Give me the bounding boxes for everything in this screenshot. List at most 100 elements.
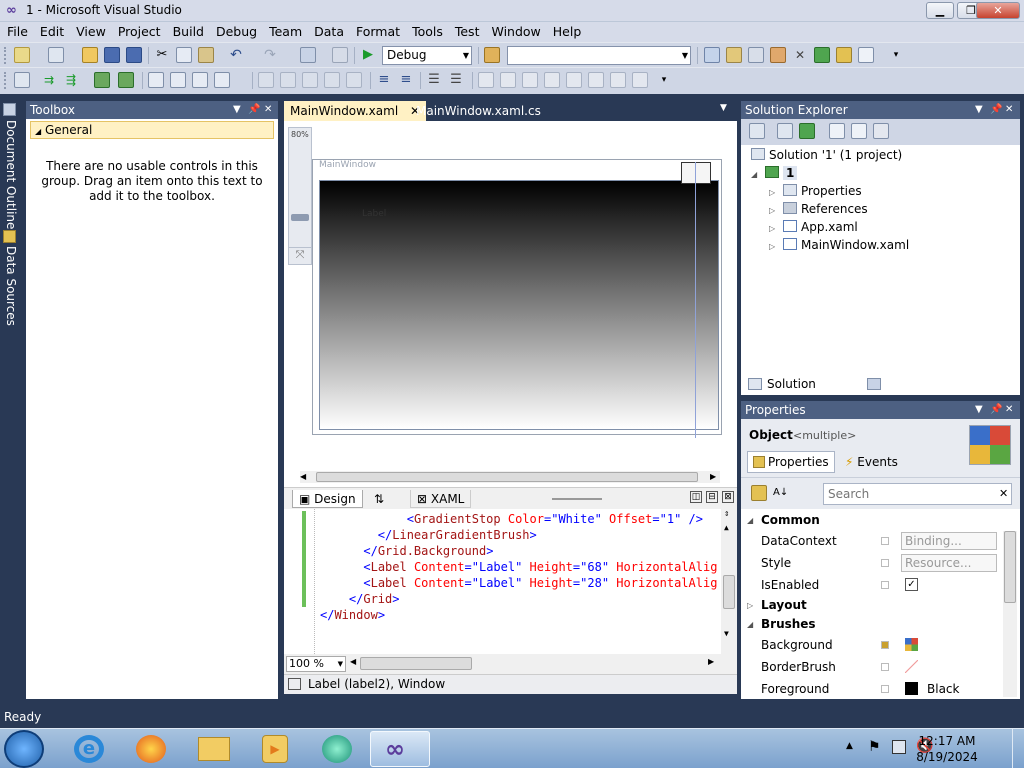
tree-item-mainwindow-xaml[interactable]: ▷ MainWindow.xaml (769, 236, 909, 256)
property-row-foreground[interactable]: Foreground Black (741, 678, 1003, 699)
toolbox-icon[interactable] (770, 47, 786, 63)
network-icon[interactable] (892, 740, 906, 754)
view-code-icon[interactable] (829, 123, 845, 139)
scroll-right-icon[interactable]: ▶ (710, 471, 716, 483)
tab-mainwindow-xaml[interactable]: MainWindow.xaml ✕ (284, 101, 427, 121)
class-diagram-icon[interactable] (873, 123, 889, 139)
collapse-pane-icon[interactable]: ⊠ (722, 491, 734, 503)
xaml-line[interactable]: <Label Content="Label" Height="68" Horiz… (320, 559, 717, 575)
selected-label-adorner[interactable] (681, 162, 711, 184)
auto-hide-pin-icon[interactable]: 📌 (990, 401, 1002, 419)
property-category[interactable]: ◢ Brushes (741, 615, 1003, 634)
property-scrollbar[interactable] (1003, 531, 1017, 697)
menu-team[interactable]: Team (263, 22, 308, 42)
send-to-back-icon[interactable] (118, 72, 134, 88)
next-bookmark-folder-icon[interactable] (566, 72, 582, 88)
brush-swatch-icon[interactable] (905, 638, 918, 651)
save-all-icon[interactable] (126, 47, 142, 63)
property-row-isenabled[interactable]: IsEnabled ✓ (741, 574, 1003, 596)
window-position-icon[interactable]: ▼ (233, 101, 241, 119)
window-position-icon[interactable]: ▼ (975, 401, 983, 419)
clock[interactable]: 12:17 AM 8/19/2024 (912, 733, 982, 765)
align-centers-icon[interactable] (170, 72, 186, 88)
start-page-icon[interactable] (814, 47, 830, 63)
menu-data[interactable]: Data (308, 22, 350, 42)
editor-hscroll-thumb[interactable] (360, 657, 472, 670)
uncomment-icon[interactable]: ☰ (448, 72, 464, 88)
property-scroll-thumb[interactable] (1004, 531, 1016, 603)
tab-xaml[interactable]: ⊠ XAML (410, 490, 472, 508)
menu-edit[interactable]: Edit (34, 22, 70, 42)
swap-panes-button[interactable]: ⇅ (368, 490, 390, 508)
expanded-icon[interactable]: ◢ (747, 511, 753, 530)
visual-studio-taskbar-icon[interactable]: ∞ (370, 731, 430, 767)
advanced-options-icon[interactable] (881, 641, 889, 649)
start-debugging-icon[interactable]: ▶ (360, 47, 376, 63)
window-design-surface[interactable]: MainWindow Label (312, 159, 722, 438)
expanded-icon[interactable]: ◢ (747, 615, 753, 634)
bring-to-front-icon[interactable] (94, 72, 110, 88)
make-same-height-icon[interactable] (280, 72, 296, 88)
command-window-icon[interactable] (858, 47, 874, 63)
expanded-icon[interactable]: ◢ (751, 166, 765, 184)
zoom-thumb[interactable] (291, 214, 309, 221)
solution-configuration-combo[interactable]: Debug ▼ (382, 46, 472, 65)
extension-manager-icon[interactable] (836, 47, 852, 63)
solution-explorer-icon[interactable] (704, 47, 720, 63)
property-value[interactable]: Resource... (901, 554, 997, 572)
show-desktop-button[interactable] (1012, 729, 1024, 768)
align-tops-icon[interactable] (214, 72, 230, 88)
bookmark-window-icon[interactable] (610, 72, 626, 88)
close-icon[interactable]: ✕ (264, 101, 272, 119)
auto-hide-pin-icon[interactable]: 📌 (990, 101, 1002, 119)
comment-icon[interactable]: ☰ (426, 72, 442, 88)
menu-window[interactable]: Window (485, 22, 546, 42)
toolbar-grip-2[interactable] (4, 72, 8, 89)
menu-test[interactable]: Test (449, 22, 486, 42)
solution-node[interactable]: Solution '1' (1 project) (751, 146, 902, 164)
bookmark-options-icon[interactable] (632, 72, 648, 88)
editor-scroll-thumb[interactable] (723, 575, 735, 609)
advanced-options-icon[interactable] (881, 685, 889, 693)
tab-solution-explorer[interactable]: Solution Explorer (743, 373, 861, 413)
code-zoom-combo[interactable]: 100 % ▼ (286, 656, 346, 672)
tab-properties[interactable]: Properties (747, 451, 835, 473)
tab-events[interactable]: ⚡ Events (845, 451, 898, 473)
document-outline-tab[interactable]: Document Outline (2, 120, 18, 229)
selection-status-text[interactable]: Label (label2), Window (308, 677, 445, 691)
project-node[interactable]: ◢ 1 (751, 164, 798, 184)
fit-to-window-icon[interactable]: ⤧ (288, 247, 312, 265)
menu-build[interactable]: Build (167, 22, 210, 42)
tab-dropdown-icon[interactable]: ▼ (720, 103, 727, 113)
collapsed-icon[interactable]: ▷ (769, 238, 783, 256)
align-rights-icon[interactable] (192, 72, 208, 88)
toolbar-options-icon[interactable]: ▾ (888, 47, 904, 63)
new-project-icon[interactable] (14, 47, 30, 63)
increase-indent-icon[interactable]: ≡ (398, 72, 414, 88)
paste-icon[interactable] (198, 47, 214, 63)
property-row-datacontext[interactable]: DataContext Binding... (741, 530, 1003, 552)
menu-project[interactable]: Project (112, 22, 167, 42)
split-handle[interactable] (552, 498, 602, 500)
menu-tools[interactable]: Tools (406, 22, 449, 42)
horizontal-spacing-icon[interactable] (346, 72, 362, 88)
start-button-icon[interactable] (4, 730, 44, 768)
hscroll-right-icon[interactable]: ▶ (708, 657, 714, 666)
firefox-icon[interactable] (124, 731, 178, 767)
property-row-borderbrush[interactable]: BorderBrush (741, 656, 1003, 678)
menu-debug[interactable]: Debug (210, 22, 263, 42)
save-icon[interactable] (104, 47, 120, 63)
navigate-backward-icon[interactable] (300, 47, 316, 63)
copy-icon[interactable] (176, 47, 192, 63)
view-code-icon[interactable] (14, 72, 30, 88)
open-file-icon[interactable] (82, 47, 98, 63)
scroll-up-icon[interactable]: ▲ (724, 523, 729, 532)
clear-bookmarks-icon[interactable] (588, 72, 604, 88)
scroll-thumb[interactable] (316, 472, 698, 482)
label-control[interactable]: Label (362, 209, 386, 219)
menu-help[interactable]: Help (547, 22, 588, 42)
vertical-split-icon[interactable]: ◫ (690, 491, 702, 503)
color-swatch[interactable] (905, 682, 918, 695)
designer-horizontal-scrollbar[interactable]: ◀ ▶ (300, 471, 720, 483)
toolbox-group-general[interactable]: ◢ General (30, 121, 274, 139)
